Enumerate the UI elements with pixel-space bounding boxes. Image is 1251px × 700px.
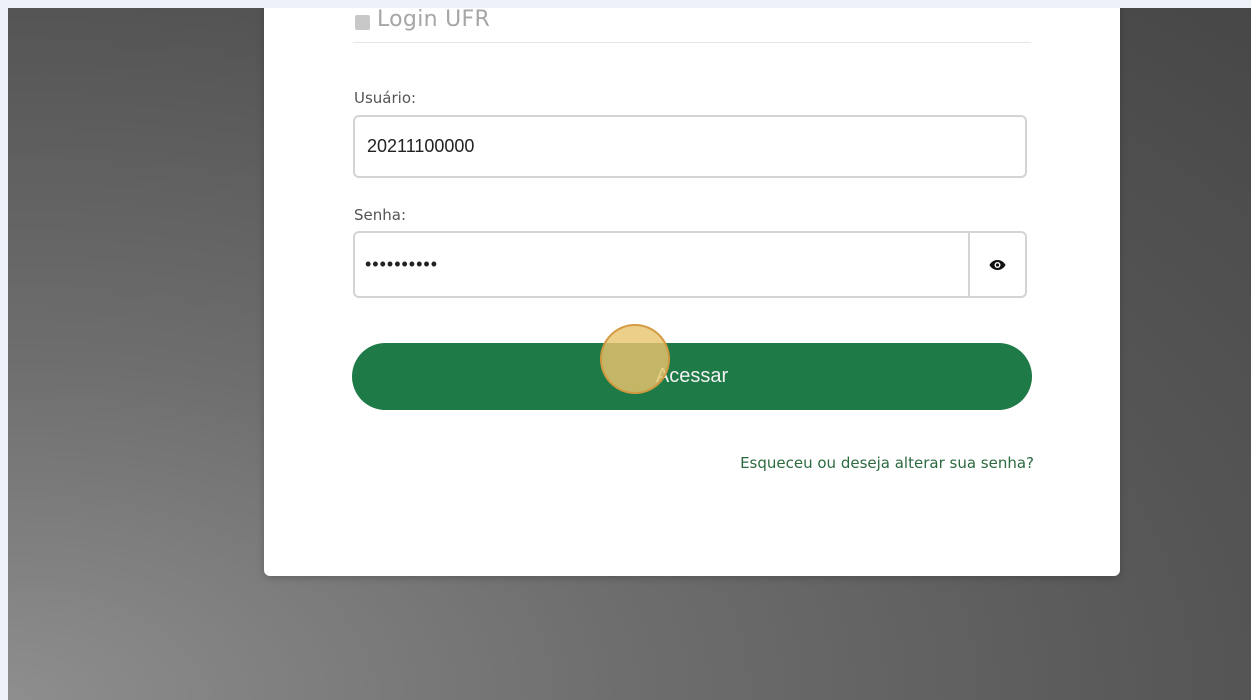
login-title: Login UFR — [377, 8, 491, 32]
login-header: Login UFR — [353, 8, 1031, 43]
password-visibility-toggle[interactable] — [968, 233, 1025, 296]
password-label: Senha: — [354, 206, 407, 224]
username-input[interactable] — [353, 115, 1027, 178]
password-field — [353, 231, 1027, 298]
viewport: Login UFR Usuário: Senha: Acessar Esquec… — [0, 0, 1251, 700]
acessar-button[interactable]: Acessar — [352, 343, 1032, 410]
page-background: Login UFR Usuário: Senha: Acessar Esquec… — [8, 8, 1251, 700]
eye-icon — [989, 259, 1006, 270]
forgot-password-link[interactable]: Esqueceu ou deseja alterar sua senha? — [740, 452, 1034, 474]
user-icon — [355, 15, 370, 30]
login-card: Login UFR Usuário: Senha: Acessar Esquec… — [264, 8, 1120, 576]
username-label: Usuário: — [354, 89, 417, 107]
click-indicator — [600, 324, 670, 394]
password-input[interactable] — [355, 233, 971, 296]
